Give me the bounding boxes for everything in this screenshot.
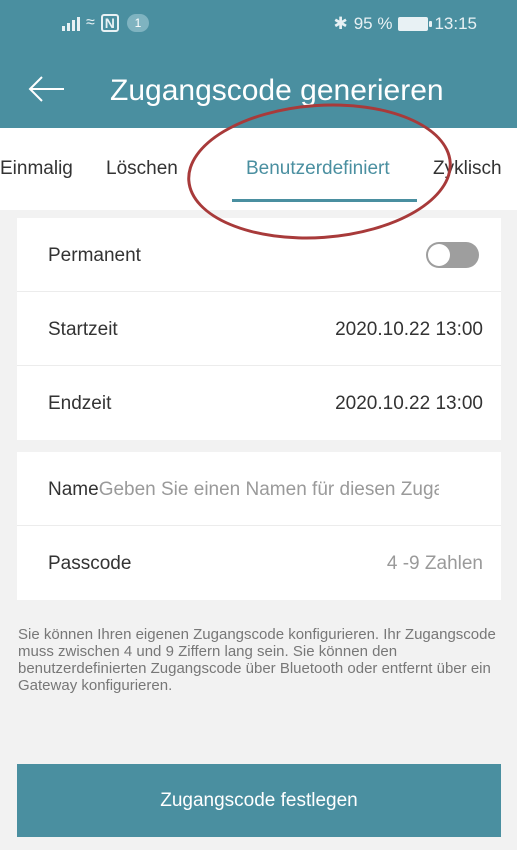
passcode-row: Passcode 4 -9 Zahlen [17, 526, 501, 600]
status-left: ≈ N 1 [62, 14, 149, 32]
nfc-icon: N [100, 14, 119, 32]
page-title: Zugangscode generieren [110, 74, 444, 107]
notification-badge: 1 [126, 14, 149, 32]
status-right: ✱ 95 % 13:15 [333, 14, 477, 34]
battery-percent: 95 % [353, 14, 393, 33]
bluetooth-icon: ✱ [333, 14, 348, 33]
permanent-row: Permanent [17, 218, 501, 292]
code-settings-card: Name Passcode 4 -9 Zahlen [17, 452, 501, 600]
status-bar: ≈ N 1 ✱ 95 % 13:15 [0, 0, 517, 48]
end-time-value[interactable]: 2020.10.22 13:00 [335, 393, 483, 415]
permanent-label: Permanent [48, 245, 141, 266]
info-text: Sie können Ihren eigenen Zugangscode kon… [18, 626, 496, 694]
toggle-knob [428, 244, 450, 266]
app-header: ≈ N 1 ✱ 95 % 13:15 Zugangscode generiere… [0, 0, 517, 128]
tab-benutzerdefiniert[interactable]: Benutzerdefiniert [246, 158, 390, 180]
name-label: Name [48, 479, 99, 500]
battery-icon [398, 17, 433, 31]
arrow-left-icon[interactable] [26, 74, 66, 104]
time-settings-card: Permanent Startzeit 2020.10.22 13:00 End… [17, 218, 501, 440]
end-time-label: Endzeit [48, 393, 112, 414]
start-time-label: Startzeit [48, 319, 118, 340]
clock: 13:15 [434, 14, 477, 33]
tab-bar: Einmalig Löschen Benutzerdefiniert Zykli… [0, 128, 517, 210]
toolbar: Zugangscode generieren [0, 60, 517, 120]
start-time-value[interactable]: 2020.10.22 13:00 [335, 319, 483, 341]
passcode-input[interactable]: 4 -9 Zahlen [387, 553, 483, 575]
active-tab-indicator [232, 199, 417, 202]
tab-zyklisch[interactable]: Zyklisch [433, 158, 502, 180]
signal-icon [62, 15, 80, 31]
permanent-toggle[interactable] [426, 242, 479, 268]
name-input[interactable] [98, 479, 439, 501]
start-time-row[interactable]: Startzeit 2020.10.22 13:00 [17, 292, 501, 366]
name-field-line: Name [48, 479, 488, 501]
set-passcode-button[interactable]: Zugangscode festlegen [17, 764, 501, 837]
name-row: Name [17, 452, 501, 526]
tab-loeschen[interactable]: Löschen [106, 158, 178, 180]
end-time-row[interactable]: Endzeit 2020.10.22 13:00 [17, 366, 501, 440]
tab-einmalig[interactable]: Einmalig [0, 158, 73, 180]
passcode-label: Passcode [48, 553, 132, 574]
wifi-icon: ≈ [86, 14, 95, 31]
